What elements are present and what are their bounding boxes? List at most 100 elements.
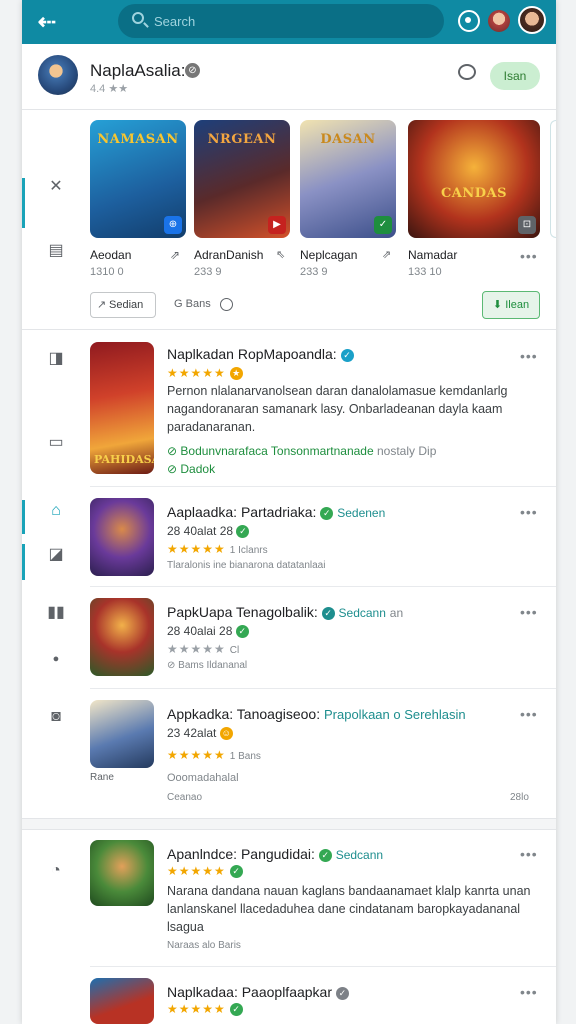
list-item[interactable]: Aaplaadka: Partadriaka: ✓ Sedenen 28 40a…	[22, 496, 556, 586]
divider	[90, 586, 556, 587]
stars-text: ★★★★★	[167, 366, 226, 380]
arrow-left-icon[interactable]: ⇠	[34, 9, 60, 35]
more-options-icon[interactable]: •••	[520, 984, 538, 1000]
chat-icon[interactable]	[458, 64, 476, 80]
item-subtitle: 28 40alat 28 ✓	[167, 524, 250, 539]
install-button[interactable]: Isan	[490, 62, 540, 90]
share-button[interactable]: Sedian	[90, 292, 156, 318]
item-description: Narana dandana nauan kaglans bandaanamae…	[167, 884, 531, 934]
search-input[interactable]	[154, 11, 404, 31]
list-item[interactable]: PAHIDASAN Naplkadan RopMapoandla: ✓ ★★★★…	[22, 340, 556, 480]
item-link-note: nostaly Dip	[377, 444, 437, 458]
item-stars: ★★★★★ ✓	[167, 1002, 244, 1017]
verified-icon: ✓	[320, 506, 334, 520]
featured-thumbnail: CANDAS ⊡	[408, 120, 540, 238]
item-thumbnail	[90, 700, 154, 768]
card-icon[interactable]: ▤	[46, 242, 66, 260]
item-link-text: Bodunvnarafaca Tonsonmartnanade	[180, 444, 374, 458]
item-subtitle-text: 28 40alat 28	[167, 524, 234, 538]
featured-thumbnail: NRGEAN ▶	[194, 120, 290, 238]
thumbnail-art-title: PAHIDASAN	[94, 453, 154, 466]
item-title: Aaplaadka: Partadriaka: ✓ Sedenen	[167, 504, 385, 520]
check-icon: ✓	[236, 525, 250, 539]
featured-size: 133 10	[408, 266, 442, 278]
open-button[interactable]: ⬇ Ilean	[482, 291, 540, 319]
user-avatar-secondary[interactable]	[488, 10, 510, 32]
gen-button[interactable]: G Bans	[174, 298, 211, 310]
user-avatar[interactable]	[518, 6, 546, 34]
item-title-text: Appkadka: Tanoagiseoo:	[167, 706, 321, 722]
app-title: NaplaAsalia:	[90, 61, 186, 80]
list-item[interactable]: PapkUapa Tenagolbalik: ✓ Sedcann an 28 4…	[22, 596, 556, 690]
more-options-icon[interactable]: •••	[520, 604, 538, 620]
platform-badge-icon: ⊕	[164, 216, 182, 234]
info-icon: ⊘	[185, 63, 200, 78]
item-meta: Tlaralonis ine bianarona datatanlaai	[167, 560, 326, 571]
item-link-secondary-text: Dadok	[180, 462, 216, 476]
item-link-secondary[interactable]: ⊘ Dadok	[167, 462, 215, 476]
shuffle-icon[interactable]: ✕	[46, 178, 66, 196]
item-title-text: Naplkadaa: Paaoplfaapkar	[167, 984, 333, 1000]
more-options-icon[interactable]: •••	[520, 248, 538, 264]
stars-text: ★★★★★	[167, 642, 226, 656]
featured-art-title: NRGEAN	[207, 132, 277, 147]
divider	[90, 486, 556, 487]
item-left-label: Rane	[90, 772, 114, 783]
item-description: Pernon nlalanarvanolsean daran danalolam…	[167, 384, 508, 434]
search-icon	[132, 12, 144, 24]
list-item[interactable]: Apanlndce: Pangudidai: ✓ Sedcann ★★★★★ ✓…	[22, 838, 556, 964]
check-icon: ✓	[230, 1003, 244, 1017]
more-options-icon[interactable]: •••	[520, 706, 538, 722]
refresh-icon[interactable]	[458, 10, 480, 32]
item-stars: ★★★★★ ★	[167, 366, 244, 381]
link-icon: ⇖	[276, 249, 286, 261]
link-icon: ⇗	[170, 248, 181, 262]
more-options-icon[interactable]: •••	[520, 846, 538, 862]
item-meta: ⊘ Bams Ildananal	[167, 660, 248, 671]
item-title: Appkadka: Tanoagiseoo: Prapolkaan o Sere…	[167, 706, 466, 722]
clock-icon[interactable]	[220, 298, 233, 311]
list-item[interactable]: Rane Appkadka: Tanoagiseoo: Prapolkaan o…	[22, 698, 556, 816]
divider	[90, 966, 556, 967]
item-title: Apanlndce: Pangudidai: ✓ Sedcann	[167, 846, 383, 862]
item-title: Naplkadan RopMapoandla: ✓	[167, 346, 354, 362]
search-bar[interactable]	[118, 4, 444, 38]
app-avatar[interactable]	[38, 55, 78, 95]
item-subtitle: 28 40alai 28 ✓	[167, 624, 249, 639]
list-item[interactable]: Naplkadaa: Paaoplfaapkar ✓ ★★★★★ ✓ •••	[22, 976, 556, 1024]
app-rating: 4.4 ★★	[90, 83, 129, 95]
item-thumbnail	[90, 978, 154, 1024]
verified-icon: ✓	[321, 606, 335, 620]
rail-active-marker	[22, 178, 25, 228]
more-options-icon[interactable]: •••	[520, 504, 538, 520]
verified-icon: ✓	[318, 848, 332, 862]
item-title-text: PapkUapa Tenagolbalik:	[167, 604, 318, 620]
item-tag: Sedcann	[338, 606, 386, 620]
item-meta-text: Bams Ildananal	[178, 660, 248, 671]
rating-count: Cl	[229, 645, 240, 656]
item-tag: Sedcann	[335, 848, 384, 862]
item-link[interactable]: ⊘ Bodunvnarafaca Tonsonmartnanade nostal…	[167, 444, 436, 458]
item-thumbnail	[90, 498, 154, 576]
item-tag: Prapolkaan o Serehlasin	[323, 707, 466, 722]
item-footer-right: 28lo	[510, 792, 529, 803]
top-bar: ⇠	[22, 0, 556, 44]
item-subtitle: 23 42alat ☺	[167, 726, 233, 741]
item-stars: ★★★★★ ✓	[167, 864, 244, 879]
verified-icon: ✓	[335, 986, 349, 1000]
app-header: NaplaAsalia: ⊘ 4.4 ★★ Isan	[22, 44, 556, 110]
item-title-text: Apanlndce: Pangudidai:	[167, 846, 315, 862]
item-tag-note: an	[389, 606, 404, 620]
section-separator	[22, 818, 556, 830]
item-footer-left: Ceanao	[167, 792, 203, 803]
item-stars: ★★★★★ 1 Iclanrs	[167, 542, 268, 556]
stars-text: ★★★★★	[167, 864, 226, 878]
more-options-icon[interactable]: •••	[520, 348, 538, 364]
gen-label: Bans	[185, 298, 211, 310]
featured-size: 1310 0	[90, 266, 124, 278]
featured-card-peek	[550, 120, 556, 238]
item-stars: ★★★★★ 1 Bans	[167, 748, 261, 762]
stars-text: ★★★★★	[167, 542, 226, 556]
featured-size: 233 9	[300, 266, 328, 278]
item-thumbnail	[90, 598, 154, 676]
